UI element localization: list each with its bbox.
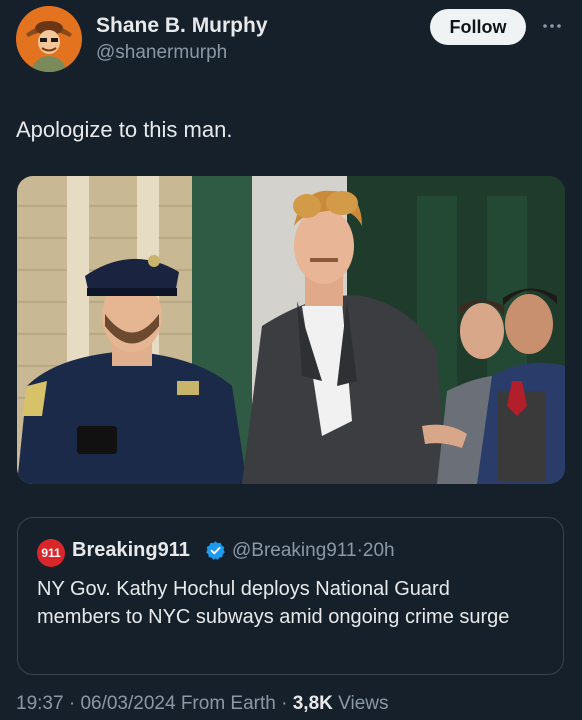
tweet-time[interactable]: 19:37: [16, 693, 64, 714]
quoted-tweet-text: NY Gov. Kathy Hochul deploys National Gu…: [37, 578, 510, 628]
follow-button[interactable]: Follow: [430, 9, 526, 45]
views-count: 3,8K: [292, 693, 333, 714]
quoted-account-handle[interactable]: @Breaking911: [232, 540, 357, 561]
more-horizontal-icon[interactable]: [540, 14, 564, 38]
tweet-text: Apologize to this man.: [16, 117, 233, 142]
quoted-tweet-card[interactable]: 911 Breaking911 @Breaking911·20h NY Gov.…: [17, 517, 564, 675]
cartoon-avatar-icon: [16, 6, 82, 72]
dot-separator: ·: [281, 693, 288, 714]
quoted-tweet-time[interactable]: 20h: [363, 540, 395, 561]
tweet-photo[interactable]: [17, 176, 565, 484]
author-avatar[interactable]: [16, 6, 82, 72]
news-photo-image: [17, 176, 565, 484]
tweet-source: From Earth: [180, 693, 276, 714]
tweet-meta: 19:37 · 06/03/2024 From Earth · 3,8K Vie…: [16, 693, 389, 715]
quoted-account-avatar[interactable]: 911: [37, 539, 65, 567]
author-name[interactable]: Shane B. Murphy: [96, 14, 268, 38]
quoted-account-meta: @Breaking911·20h: [232, 540, 395, 562]
dot-separator: ·: [68, 693, 76, 714]
views-label: Views: [338, 693, 389, 714]
quoted-account-name[interactable]: Breaking911: [72, 539, 190, 562]
verified-badge-icon: [206, 541, 225, 560]
tweet-date[interactable]: 06/03/2024: [80, 693, 175, 714]
author-handle[interactable]: @shanermurph: [96, 42, 227, 64]
